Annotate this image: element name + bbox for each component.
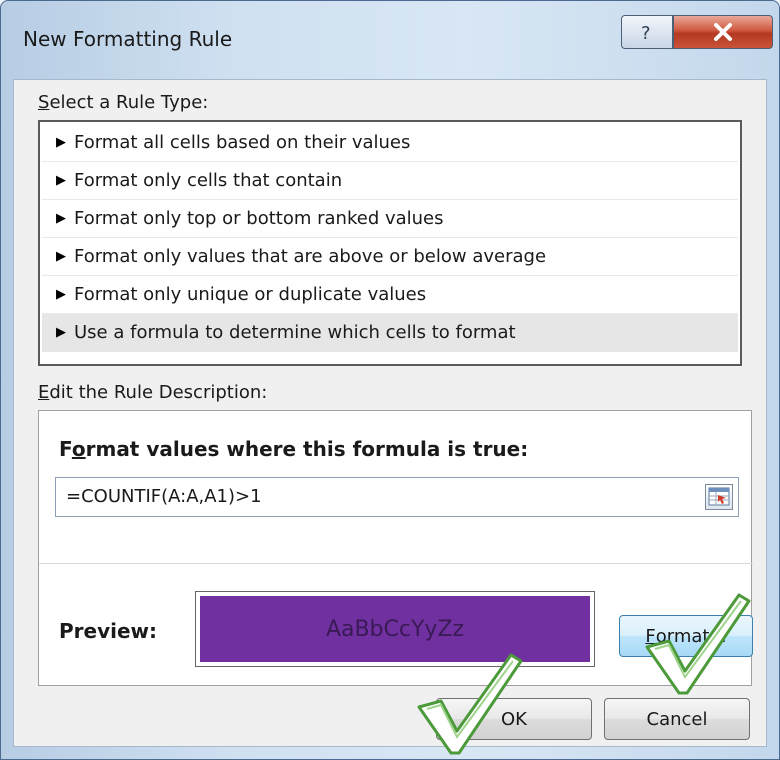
svg-text:?: ? [641, 23, 651, 43]
preview-sample: AaBbCcYyZz [200, 596, 590, 662]
formula-heading-rest: rmat values where this formula is true: [85, 437, 529, 461]
rule-description-label-mnemonic: E [38, 382, 50, 403]
format-button[interactable]: Format... [619, 615, 753, 657]
dialog-window: New Formatting Rule ? Select a Rule Type… [0, 0, 780, 760]
rule-description-label: Edit the Rule Description: [38, 382, 267, 403]
help-button[interactable]: ? [621, 15, 673, 49]
formula-heading-mnemonic: o [71, 437, 86, 461]
range-selector-icon [708, 487, 730, 506]
help-icon: ? [641, 23, 651, 43]
preview-frame: AaBbCcYyZz [195, 591, 595, 667]
rule-type-item[interactable]: ▶ Format only unique or duplicate values [42, 276, 738, 314]
formula-heading: Format values where this formula is true… [59, 437, 528, 461]
rule-type-item[interactable]: ▶ Format only top or bottom ranked values [42, 200, 738, 238]
rule-type-item-selected[interactable]: ▶ Use a formula to determine which cells … [42, 314, 738, 352]
triangle-right-icon: ▶ [56, 135, 66, 150]
rule-description-panel: Format values where this formula is true… [38, 410, 753, 686]
close-icon [714, 23, 732, 41]
rule-type-item-label: Use a formula to determine which cells t… [74, 322, 516, 343]
rule-type-item[interactable]: ▶ Format all cells based on their values [42, 124, 738, 162]
rule-type-label-mnemonic: S [38, 92, 50, 113]
rule-type-item-label: Format only values that are above or bel… [74, 246, 547, 267]
rule-description-label-rest: dit the Rule Description: [49, 382, 268, 403]
title-bar: New Formatting Rule ? [1, 1, 779, 77]
ok-button[interactable]: OK [436, 698, 592, 740]
triangle-right-icon: ▶ [56, 173, 66, 188]
rule-type-label-rest: elect a Rule Type: [49, 92, 209, 113]
preview-label: Preview: [59, 619, 158, 643]
rule-type-item-label: Format all cells based on their values [74, 132, 411, 153]
rule-type-label: Select a Rule Type: [38, 92, 208, 113]
rule-type-item-label: Format only top or bottom ranked values [74, 208, 444, 229]
rule-type-item[interactable]: ▶ Format only cells that contain [42, 162, 738, 200]
cancel-button[interactable]: Cancel [604, 698, 750, 740]
formula-heading-pre: F [59, 437, 72, 461]
close-button[interactable] [673, 15, 773, 49]
dialog-title: New Formatting Rule [23, 27, 233, 51]
range-selector-button[interactable] [705, 484, 733, 510]
triangle-right-icon: ▶ [56, 211, 66, 226]
format-button-rest: ormat... [655, 625, 727, 647]
rule-type-item[interactable]: ▶ Format only values that are above or be… [42, 238, 738, 276]
triangle-right-icon: ▶ [56, 287, 66, 302]
rule-type-item-label: Format only cells that contain [74, 170, 343, 191]
rule-type-list[interactable]: ▶ Format all cells based on their values … [38, 120, 742, 366]
triangle-right-icon: ▶ [56, 249, 66, 264]
divider [39, 563, 753, 564]
rule-type-item-label: Format only unique or duplicate values [74, 284, 427, 305]
formula-input[interactable]: =COUNTIF(A:A,A1)>1 [55, 477, 739, 517]
triangle-right-icon: ▶ [56, 325, 66, 340]
dialog-body: Select a Rule Type: ▶ Format all cells ba… [13, 79, 767, 747]
format-button-mnemonic: F [645, 625, 656, 647]
